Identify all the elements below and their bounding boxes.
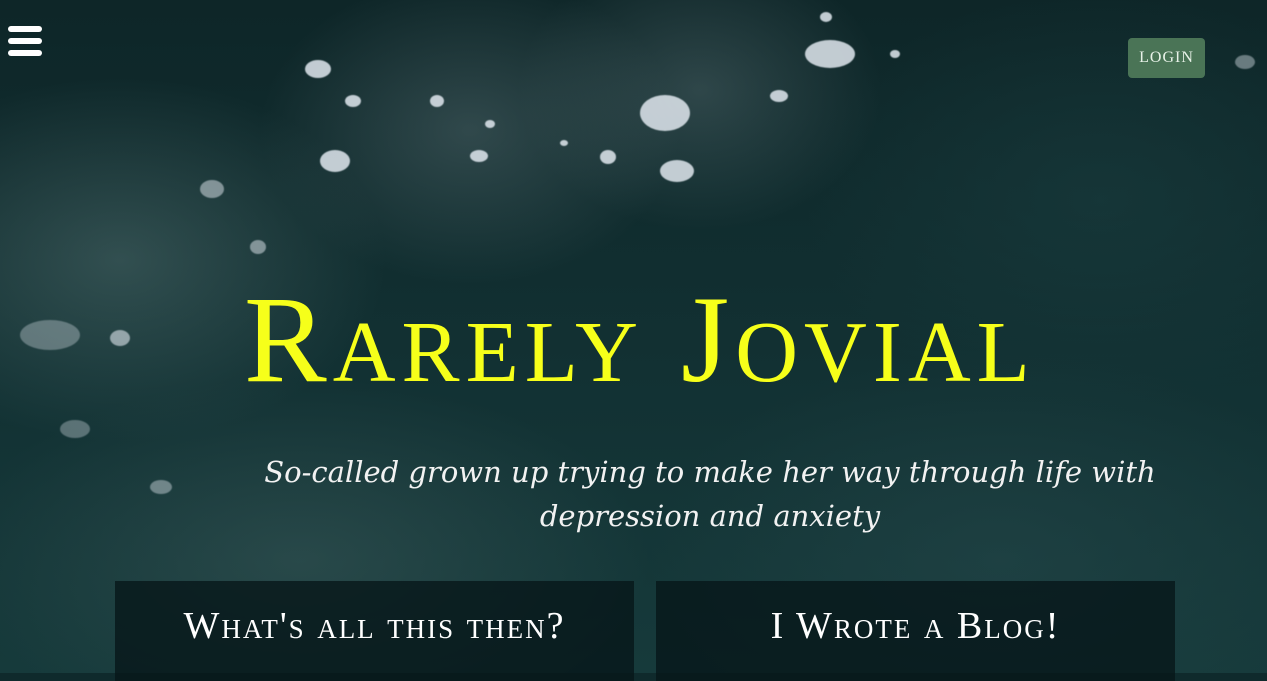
hamburger-menu-icon[interactable]: [8, 26, 42, 56]
about-card-label: What's all this then?: [183, 605, 566, 647]
site-tagline: So-called grown up trying to make her wa…: [264, 455, 1156, 533]
about-card[interactable]: What's all this then?: [115, 581, 634, 681]
site-title: Rarely Jovial: [244, 271, 1036, 408]
login-button[interactable]: Login: [1128, 38, 1205, 78]
menu-bar: [8, 50, 42, 56]
menu-bar: [8, 26, 42, 32]
blog-card-label: I Wrote a Blog!: [770, 605, 1061, 647]
menu-bar: [8, 38, 42, 44]
blog-card[interactable]: I Wrote a Blog!: [656, 581, 1175, 681]
